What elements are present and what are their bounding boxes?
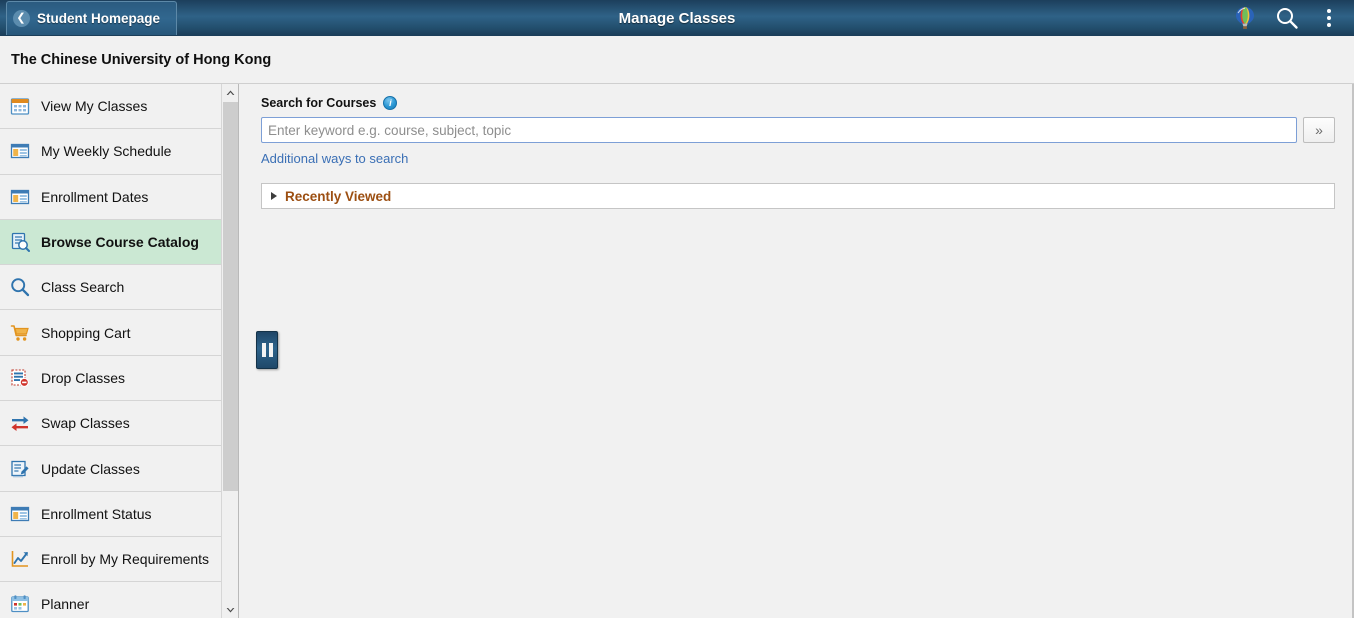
sidebar-scrollbar[interactable] xyxy=(221,84,238,618)
sidebar-item-label: Class Search xyxy=(41,279,125,296)
institution-header: The Chinese University of Hong Kong xyxy=(0,36,1354,84)
sidebar-navigation: View My Classes My Weekly Schedule Enrollm… xyxy=(0,84,239,618)
top-bar-actions xyxy=(1226,0,1348,36)
sidebar-item-my-weekly-schedule[interactable]: My Weekly Schedule xyxy=(0,129,238,175)
search-input[interactable] xyxy=(261,117,1297,143)
schedule-grid-icon xyxy=(9,503,30,524)
back-to-student-homepage-button[interactable]: ❮ Student Homepage xyxy=(6,1,178,35)
catalog-search-icon xyxy=(9,232,30,253)
sidebar-item-label: Drop Classes xyxy=(41,369,126,386)
hot-air-balloon-icon[interactable] xyxy=(1226,1,1264,35)
search-label-row: Search for Courses i xyxy=(261,96,1335,110)
schedule-grid-icon xyxy=(9,141,30,162)
schedule-grid-icon xyxy=(9,186,30,207)
search-for-courses-label: Search for Courses xyxy=(261,96,377,110)
sidebar-item-label: Enrollment Status xyxy=(41,505,152,522)
sidebar-item-class-search[interactable]: Class Search xyxy=(0,265,238,311)
calendar-icon xyxy=(9,96,30,117)
edit-document-icon xyxy=(9,458,30,479)
sidebar-item-enrollment-dates[interactable]: Enrollment Dates xyxy=(0,174,238,220)
sidebar-item-enroll-by-my-requirements[interactable]: Enroll by My Requirements xyxy=(0,536,238,583)
search-row: » xyxy=(261,117,1335,143)
scroll-down-arrow-icon[interactable] xyxy=(222,601,238,618)
sidebar-item-label: Enrollment Dates xyxy=(41,188,149,205)
additional-ways-to-search-link[interactable]: Additional ways to search xyxy=(261,151,408,166)
actions-kebab-icon[interactable] xyxy=(1310,1,1348,35)
drop-list-icon xyxy=(9,367,30,388)
sidebar-item-label: Planner xyxy=(41,596,90,613)
sidebar-item-label: Shopping Cart xyxy=(41,324,131,341)
back-button-label: Student Homepage xyxy=(37,11,161,26)
sidebar-item-label: Update Classes xyxy=(41,460,140,477)
pause-bars-icon xyxy=(261,343,266,357)
page-body: View My Classes My Weekly Schedule Enrollm… xyxy=(0,84,1354,618)
sidebar-item-drop-classes[interactable]: Drop Classes xyxy=(0,355,238,402)
sidebar-item-swap-classes[interactable]: Swap Classes xyxy=(0,401,238,447)
sidebar-item-label: Enroll by My Requirements xyxy=(41,551,210,568)
panel-right-border xyxy=(1352,84,1353,618)
pause-bars-icon xyxy=(268,343,273,357)
recently-viewed-label: Recently Viewed xyxy=(285,188,392,204)
shopping-cart-icon xyxy=(9,322,30,343)
recently-viewed-section-header[interactable]: Recently Viewed xyxy=(261,183,1335,209)
chevron-left-icon: ❮ xyxy=(13,10,30,27)
sidebar-item-label: Browse Course Catalog xyxy=(41,234,199,251)
page-title: Manage Classes xyxy=(618,9,736,27)
search-icon[interactable] xyxy=(1268,1,1306,35)
chevron-right-icon xyxy=(271,192,277,200)
institution-name: The Chinese University of Hong Kong xyxy=(11,51,272,68)
planner-calendar-icon xyxy=(9,594,30,615)
sidebar-item-planner[interactable]: Planner xyxy=(0,582,238,618)
main-content-panel: Search for Courses i » Additional ways t… xyxy=(239,84,1354,618)
search-submit-button[interactable]: » xyxy=(1303,117,1335,143)
sidebar-item-list: View My Classes My Weekly Schedule Enrollm… xyxy=(0,84,238,618)
sidebar-item-shopping-cart[interactable]: Shopping Cart xyxy=(0,310,238,356)
top-navigation-bar: ❮ Student Homepage Manage Classes xyxy=(0,0,1354,36)
info-icon[interactable]: i xyxy=(383,96,398,110)
collapse-sidebar-handle[interactable] xyxy=(256,331,278,369)
sidebar-item-update-classes[interactable]: Update Classes xyxy=(0,446,238,492)
scroll-up-arrow-icon[interactable] xyxy=(222,84,238,101)
sidebar-item-label: Swap Classes xyxy=(41,415,130,432)
sidebar-item-enrollment-status[interactable]: Enrollment Status xyxy=(0,491,238,537)
swap-arrows-icon xyxy=(9,413,30,434)
sidebar-item-label: View My Classes xyxy=(41,98,148,115)
line-chart-icon xyxy=(9,549,30,570)
sidebar-item-browse-course-catalog[interactable]: Browse Course Catalog xyxy=(0,219,238,266)
magnifier-icon xyxy=(9,277,30,298)
scrollbar-thumb[interactable] xyxy=(223,102,238,491)
sidebar-item-view-my-classes[interactable]: View My Classes xyxy=(0,84,238,130)
sidebar-item-label: My Weekly Schedule xyxy=(41,143,172,160)
